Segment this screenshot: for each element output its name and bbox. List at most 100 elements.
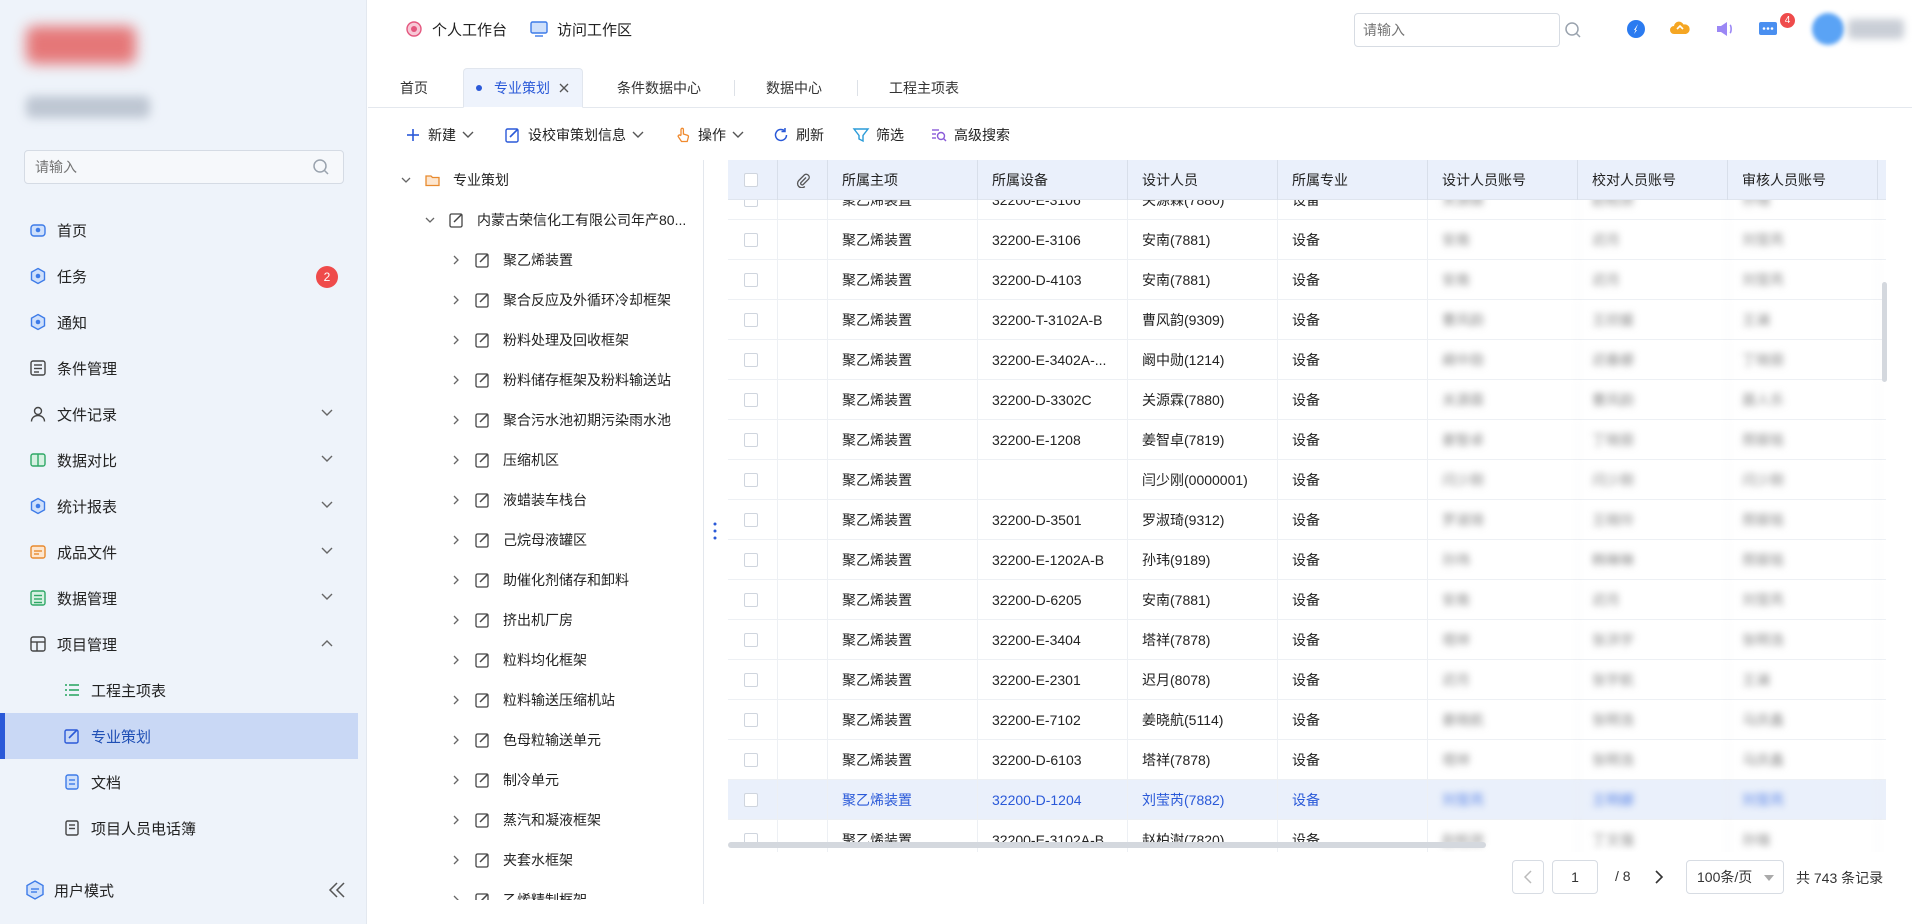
chevron-right-icon[interactable] [450,534,462,546]
upload-icon[interactable] [1668,17,1692,41]
table-row[interactable]: 聚乙烯装置 32200-E-7102 姜晓航(5114) 设备 姜晓航 张明浩 马庆鑫 [728,700,1886,740]
horizontal-scrollbar[interactable] [728,842,1486,848]
user-name[interactable] [1848,19,1904,39]
visit-workbench-link[interactable]: 访问工作区 [529,18,632,40]
close-icon[interactable] [558,82,570,94]
row-checkbox[interactable] [744,553,758,567]
prev-page-button[interactable] [1512,860,1544,894]
chevron-down-icon[interactable] [400,174,412,186]
chevron-right-icon[interactable] [450,494,462,506]
user-mode-switch[interactable]: 用户模式 [0,868,358,912]
tree-node[interactable]: 粉料储存框架及粉料输送站 [450,360,671,400]
avatar[interactable] [1812,13,1844,45]
search-icon[interactable] [1563,20,1583,40]
pane-splitter[interactable] [703,160,704,904]
header-equipment[interactable]: 所属设备 [978,160,1128,200]
sidebar-item-notice[interactable]: 通知 [0,299,358,345]
refresh-button[interactable]: 刷新 [772,122,824,148]
chevron-down-icon[interactable] [320,454,334,464]
table-row[interactable]: 聚乙烯装置 32200-E-1202A-B 孙玮(9189) 设备 孙玮 韩琳琳 邢振铭 [728,540,1886,580]
tree-node[interactable]: 乙烯精制框架 [450,880,587,900]
drag-handle-icon[interactable] [713,522,717,540]
row-checkbox[interactable] [744,633,758,647]
row-checkbox[interactable] [744,713,758,727]
tree-node[interactable]: 液蜡装车栈台 [450,480,587,520]
next-page-icon[interactable] [1651,868,1667,886]
row-checkbox[interactable] [744,313,758,327]
personal-workbench-link[interactable]: 个人工作台 [404,18,507,40]
header-item[interactable]: 所属主项 [828,160,978,200]
message-icon[interactable] [1756,17,1780,41]
review-info-button[interactable]: 设校审策划信息 [504,122,644,148]
row-checkbox[interactable] [744,673,758,687]
tree-node[interactable]: 压缩机区 [450,440,559,480]
chevron-right-icon[interactable] [450,574,462,586]
header-checker-account[interactable]: 校对人员账号 [1578,160,1728,200]
header-major[interactable]: 所属专业 [1278,160,1428,200]
sidebar-search-input[interactable] [24,150,344,184]
sidebar-item-home[interactable]: 首页 [0,207,358,253]
tree-node[interactable]: 挤出机厂房 [450,600,573,640]
tab-home[interactable]: 首页 [388,68,440,108]
row-checkbox[interactable] [744,433,758,447]
table-row[interactable]: 聚乙烯装置 32200-D-1204 刘莹芮(7882) 设备 刘莹芮 王明娜 刘莹芮 [728,780,1886,820]
tab-professional-planning[interactable]: 专业策划 [463,68,583,108]
table-row[interactable]: 聚乙烯装置 32200-D-3501 罗淑琦(9312) 设备 罗淑琦 王晓玲 邢振铭 [728,500,1886,540]
search-icon[interactable] [311,157,331,177]
advanced-search-button[interactable]: 高级搜索 [930,122,1010,148]
sidebar-item-project-management[interactable]: 项目管理 [0,621,358,667]
table-row[interactable]: 聚乙烯装置 32200-E-3402A-... 阚中勋(1214) 设备 阚中勋 迟春娜丁… [728,340,1886,380]
header-designer-account[interactable]: 设计人员账号 [1428,160,1578,200]
sidebar-item-product-files[interactable]: 成品文件 [0,529,358,575]
table-row[interactable]: 聚乙烯装置 32200-D-4103 安南(7881) 设备 安南 迟月 刘莹芮 [728,260,1886,300]
compass-icon[interactable] [1624,17,1648,41]
table-row[interactable]: 聚乙烯装置 32200-D-3302C 关源霖(7880) 设备 关源霖 曹风韵 聂人乐 [728,380,1886,420]
chevron-down-icon[interactable] [320,500,334,510]
chevron-down-icon[interactable] [320,408,334,418]
tree-node[interactable]: 己烷母液罐区 [450,520,587,560]
sidebar-item-data-management[interactable]: 数据管理 [0,575,358,621]
chevron-right-icon[interactable] [450,854,462,866]
tree-node[interactable]: 助催化剂储存和卸料 [450,560,629,600]
tab-condition-data-center[interactable]: 条件数据中心 [605,68,713,108]
row-checkbox[interactable] [744,513,758,527]
row-checkbox[interactable] [744,593,758,607]
chevron-right-icon[interactable] [450,694,462,706]
broadcast-icon[interactable] [1713,17,1737,41]
row-checkbox[interactable] [744,473,758,487]
chevron-right-icon[interactable] [450,774,462,786]
chevron-right-icon[interactable] [450,614,462,626]
chevron-right-icon[interactable] [450,454,462,466]
chevron-right-icon[interactable] [450,414,462,426]
page-size-select[interactable]: 100条/页 [1686,860,1784,894]
tab-data-center[interactable]: 数据中心 [754,68,834,108]
chevron-up-icon[interactable] [320,638,334,648]
row-checkbox[interactable] [744,353,758,367]
row-checkbox[interactable] [744,753,758,767]
row-checkbox[interactable] [744,200,758,207]
sidebar-item-project-list[interactable]: 工程主项表 [0,667,358,713]
sidebar-item-report[interactable]: 统计报表 [0,483,358,529]
table-row[interactable]: 聚乙烯装置 闫少刚(0000001) 设备 闫少刚 闫少刚 闫少刚 [728,460,1886,500]
row-checkbox[interactable] [744,393,758,407]
table-row[interactable]: 聚乙烯装置 32200-E-2301 迟月(8078) 设备 迟月 张宇航 王澜 [728,660,1886,700]
sidebar-item-document[interactable]: 文档 [0,759,358,805]
tree-node[interactable]: 制冷单元 [450,760,559,800]
row-checkbox[interactable] [744,273,758,287]
header-reviewer-account[interactable]: 审核人员账号 [1728,160,1878,200]
tree-node-company[interactable]: 内蒙古荣信化工有限公司年产80... [424,200,686,240]
page-number-input[interactable]: 1 [1552,860,1598,894]
tree-node[interactable]: 聚合污水池初期污染雨水池 [450,400,671,440]
tree-node[interactable]: 粉料处理及回收框架 [450,320,629,360]
top-search-input[interactable] [1354,13,1560,47]
header-designer[interactable]: 设计人员 [1128,160,1278,200]
chevron-down-icon[interactable] [320,592,334,602]
collapse-sidebar-icon[interactable] [326,880,348,900]
chevron-right-icon[interactable] [450,374,462,386]
chevron-right-icon[interactable] [450,254,462,266]
chevron-right-icon[interactable] [450,294,462,306]
vertical-scrollbar[interactable] [1882,282,1887,382]
table-row[interactable]: 聚乙烯装置 32200-E-3404 塔祥(7878) 设备 塔祥 张洪宇 张明浩 [728,620,1886,660]
table-row[interactable]: 聚乙烯装置 32200-D-6103 塔祥(7878) 设备 塔祥 张明浩 马庆鑫 [728,740,1886,780]
tree-node[interactable]: 蒸汽和凝液框架 [450,800,601,840]
